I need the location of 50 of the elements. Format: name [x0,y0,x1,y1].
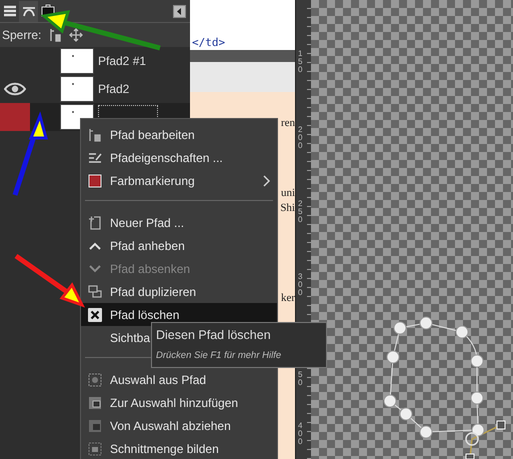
ruler-label: 400 [298,422,304,446]
menu-item[interactable]: Auswahl aus Pfad [81,368,277,391]
eye-icon[interactable] [4,82,26,96]
menu-item[interactable]: Von Auswahl abziehen [81,414,277,437]
text-fragment: ker [280,292,295,304]
lock-position-icon[interactable] [69,28,84,42]
ruler-label: 300 [298,273,304,297]
path-name: Pfad2 #1 [98,54,146,68]
annotation-arrow [14,254,85,308]
path-row[interactable]: Pfad2 [0,75,190,103]
selection-intersect-icon [88,442,102,456]
path-thumbnail [60,76,94,102]
menu-item[interactable]: Schnittmenge bilden [81,437,277,459]
new-path-icon [88,216,102,230]
menu-item[interactable]: Zur Auswahl hinzufügen [81,391,277,414]
color-swatch-icon [88,174,102,188]
text-fragment: ren [280,117,295,129]
code-text: </td> [192,36,226,49]
menu-item[interactable]: Neuer Pfad ... [81,211,277,234]
selection-icon [88,372,102,386]
menu-item[interactable]: Pfad bearbeiten [81,123,277,146]
tooltip-hint: Drücken Sie F1 für mehr Hilfe [156,349,282,363]
paths-tab[interactable] [19,0,38,22]
path-edit-icon [88,128,102,142]
triangle-icon [175,6,184,16]
properties-icon [88,150,102,164]
delete-icon [88,308,102,322]
menu-item[interactable]: Pfad duplizieren [81,280,277,303]
menu-item[interactable]: Pfad anheben [81,234,277,257]
selection-add-icon [88,396,102,410]
path-icon [22,4,36,18]
text-fragment: Shi [280,202,295,214]
duplicate-icon [88,284,102,298]
path-drawing[interactable] [384,316,506,459]
tooltip-title: Diesen Pfad löschen [156,327,272,344]
ruler-label: 150 [298,50,304,74]
ruler-label: 250 [298,200,304,224]
lock-stroke-icon[interactable] [49,28,62,42]
ruler-label: 50 [298,371,304,387]
selection-subtract-icon [88,418,102,432]
path-thumbnail [60,48,94,74]
path-row[interactable]: Pfad2 #1 [0,47,190,75]
layers-icon [2,4,16,18]
path-name: Pfad2 [98,82,130,96]
ruler-label: 200 [298,126,304,150]
text-fragment: uni [280,187,295,199]
menu-item[interactable]: Farbmarkierung [81,169,277,192]
lock-label: Sperre: [2,28,42,42]
menu-item[interactable]: Pfadeigenschaften ... [81,146,277,169]
dock-menu-button[interactable] [173,4,186,18]
